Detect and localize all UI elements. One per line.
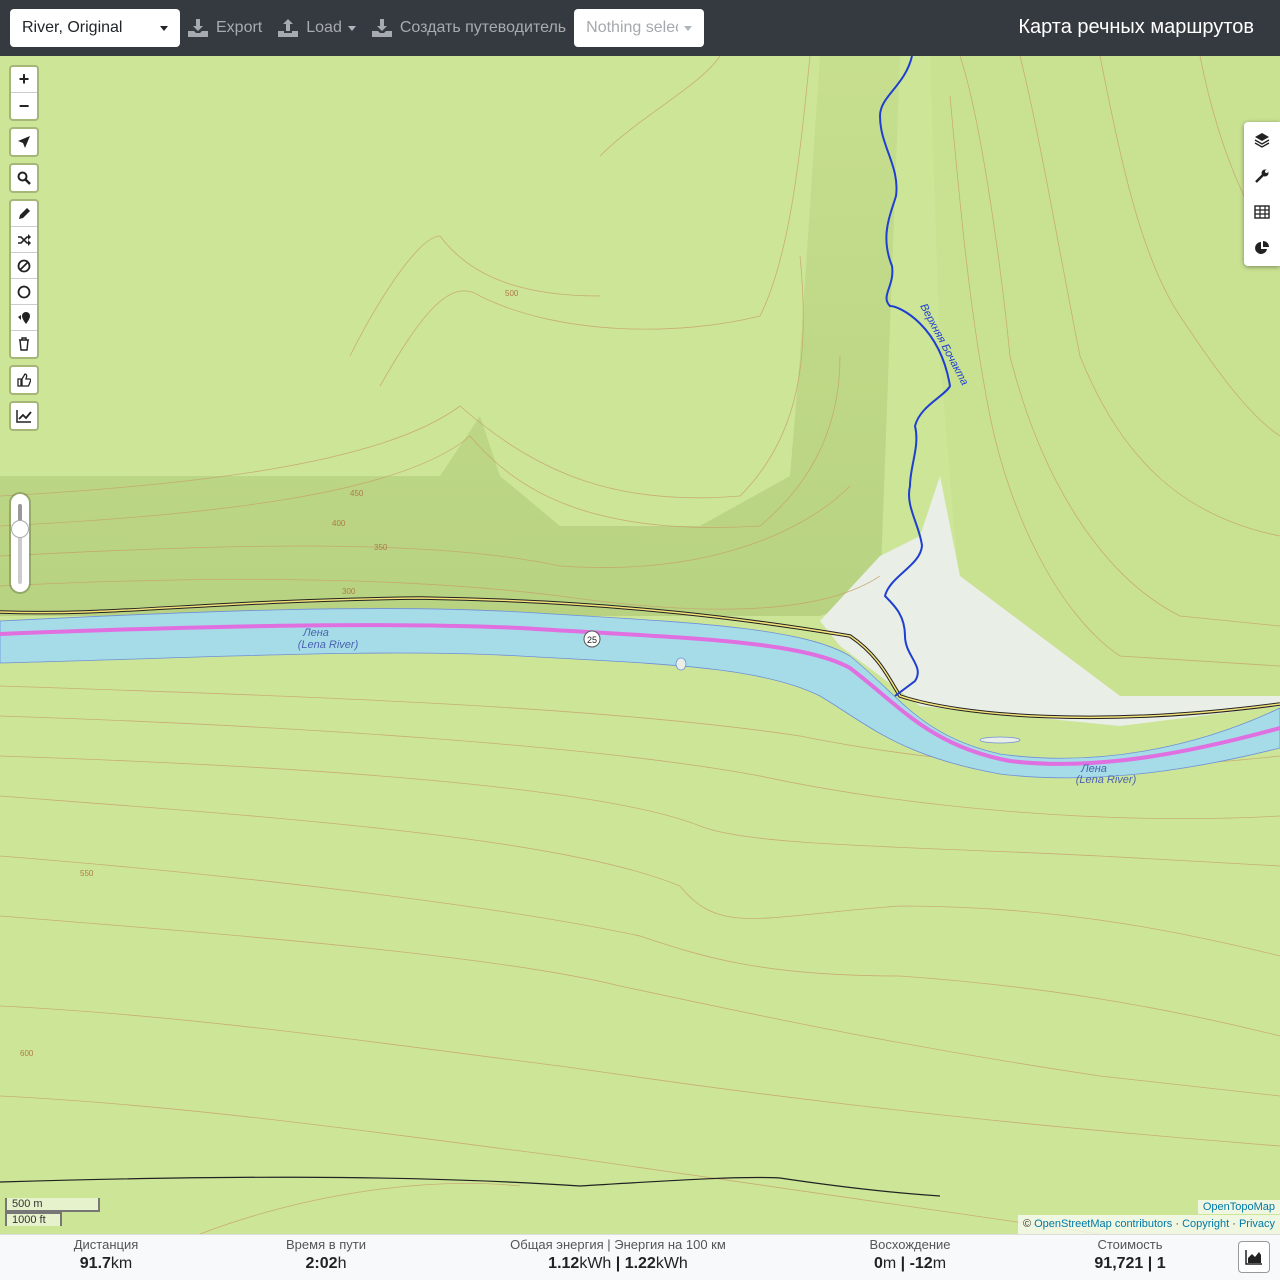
elevation-chart-button[interactable] — [11, 403, 37, 429]
profile-select[interactable]: River, Original — [10, 9, 180, 47]
thumbs-up-icon — [17, 373, 31, 387]
data-table-button[interactable] — [1244, 194, 1280, 230]
profile-select-value: River, Original — [22, 19, 123, 36]
contour-label: 300 — [342, 587, 356, 596]
stat-energy: Общая энергия | Энергия на 100 км 1.12kW… — [510, 1237, 726, 1272]
privacy-link[interactable]: Privacy — [1239, 1218, 1275, 1230]
layers-icon — [1254, 133, 1270, 148]
line-chart-icon — [16, 410, 32, 423]
download-icon — [188, 19, 208, 37]
poi-button[interactable] — [11, 305, 37, 331]
contour-label: 450 — [350, 489, 364, 498]
river-label: Лена — [302, 627, 329, 639]
no-go-area-button[interactable] — [11, 253, 37, 279]
slider-handle[interactable] — [11, 520, 29, 538]
stat-travel-time: Время в пути 2:02h — [286, 1237, 366, 1272]
scale-bar: 500 m 1000 ft — [5, 1198, 100, 1227]
route-number-label: 25 — [587, 635, 597, 645]
zoom-out-button[interactable]: − — [11, 93, 37, 119]
search-button[interactable] — [11, 165, 37, 191]
search-control — [9, 163, 39, 193]
map-attribution: © OpenStreetMap contributors · Copyright… — [1017, 1215, 1280, 1234]
export-button[interactable]: Export — [188, 9, 262, 47]
contour-label: 550 — [80, 869, 94, 878]
top-navbar: River, Original Export Load Создать путе… — [0, 0, 1280, 56]
zoom-control: + − — [9, 65, 39, 121]
shuffle-icon — [18, 233, 31, 246]
pie-chart-icon — [1255, 241, 1269, 254]
draw-route-button[interactable] — [11, 201, 37, 227]
opacity-slider[interactable] — [9, 492, 31, 594]
feedback-control — [9, 365, 39, 395]
locate-button[interactable] — [11, 129, 37, 155]
wrench-icon — [1255, 169, 1269, 183]
stat-cost: Стоимость 91,721 | 1 — [1094, 1237, 1166, 1272]
chevron-down-icon — [160, 25, 168, 31]
ban-icon — [17, 259, 31, 272]
circle-icon — [17, 285, 31, 298]
table-icon — [1254, 205, 1270, 219]
right-toolbar — [1244, 122, 1280, 266]
map-marker-icon — [18, 311, 30, 324]
contour-label: 350 — [374, 543, 388, 552]
layers-button[interactable] — [1244, 122, 1280, 158]
opentopomap-link[interactable]: OpenTopoMap — [1203, 1201, 1275, 1213]
circle-area-button[interactable] — [11, 279, 37, 305]
elevation-profile-button[interactable] — [1238, 1241, 1270, 1273]
selection-dropdown[interactable]: Nothing selected — [574, 9, 705, 47]
zoom-in-button[interactable]: + — [11, 67, 37, 93]
pencil-icon — [19, 207, 30, 219]
drawing-toolbar — [9, 199, 39, 359]
search-icon — [17, 171, 31, 185]
route-stats-bar: Дистанция 91.7km Время в пути 2:02h Обща… — [0, 1234, 1280, 1280]
scale-imperial: 1000 ft — [5, 1212, 62, 1227]
osm-contributors-link[interactable]: OpenStreetMap contributors — [1034, 1218, 1172, 1230]
app-title: Карта речных маршрутов — [1018, 16, 1254, 38]
upload-icon — [278, 19, 299, 37]
trash-icon — [19, 337, 29, 351]
settings-button[interactable] — [1244, 158, 1280, 194]
statistics-button[interactable] — [1244, 230, 1280, 266]
chevron-down-icon — [347, 25, 356, 31]
stat-ascent: Восхождение 0m | -12m — [869, 1237, 951, 1272]
river-label-en: (Lena River) — [298, 639, 359, 651]
thumbs-up-button[interactable] — [11, 367, 37, 393]
delete-route-button[interactable] — [11, 331, 37, 357]
contour-label: 500 — [505, 289, 519, 298]
contour-label: 400 — [332, 519, 346, 528]
reverse-route-button[interactable] — [11, 227, 37, 253]
contour-label: 600 — [20, 1049, 34, 1058]
load-button[interactable]: Load — [278, 9, 356, 47]
map-canvas[interactable]: 25 Лена (Lena River) Лена (Lena River) В… — [0, 56, 1280, 1234]
elevation-control — [9, 401, 39, 431]
scale-metric: 500 m — [5, 1198, 100, 1213]
create-guide-button[interactable]: Создать путеводитель — [371, 9, 566, 47]
tile-attribution: OpenTopoMap — [1197, 1200, 1280, 1214]
chevron-down-icon — [684, 25, 693, 31]
topo-map-layer: 25 Лена (Lena River) Лена (Lena River) В… — [0, 56, 1280, 1234]
area-chart-icon — [1245, 1250, 1262, 1265]
download-icon — [371, 19, 392, 37]
locate-control — [9, 127, 39, 157]
selection-dropdown-placeholder: Nothing selected — [586, 19, 678, 36]
river-label-en: (Lena River) — [1076, 774, 1137, 786]
copyright-link[interactable]: Copyright — [1182, 1218, 1229, 1230]
stat-distance: Дистанция 91.7km — [73, 1237, 139, 1272]
location-arrow-icon — [18, 136, 30, 148]
